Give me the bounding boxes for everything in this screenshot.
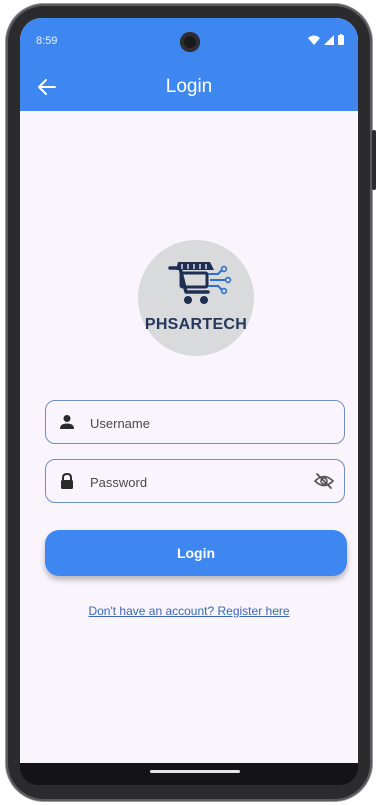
battery-icon <box>338 34 344 45</box>
phone-side-button <box>372 130 376 190</box>
front-camera <box>180 32 200 52</box>
status-time: 8:59 <box>36 35 58 47</box>
username-field[interactable] <box>45 400 345 444</box>
app-logo: PHSARTECH <box>138 240 254 356</box>
home-indicator[interactable] <box>150 770 240 773</box>
visibility-off-icon[interactable] <box>314 472 334 490</box>
register-link[interactable]: Don't have an account? Register here <box>20 604 358 618</box>
logo-text: PHSARTECH <box>144 316 248 333</box>
app-bar: 8:59 Login <box>20 18 358 111</box>
lock-icon <box>61 472 73 489</box>
shopping-cart-icon <box>168 262 232 304</box>
wifi-icon <box>308 35 320 45</box>
bottom-bezel <box>20 763 358 785</box>
password-input[interactable] <box>88 470 312 494</box>
login-button[interactable]: Login <box>45 530 347 576</box>
status-icons <box>308 34 344 45</box>
screen: 8:59 Login PHSARTECH Username Login Don'… <box>20 18 358 763</box>
password-field[interactable] <box>45 459 345 503</box>
page-title: Login <box>165 76 213 97</box>
signal-icon <box>324 34 334 45</box>
username-input[interactable] <box>88 411 312 435</box>
person-icon <box>60 415 74 429</box>
status-bar: 8:59 <box>20 18 358 58</box>
